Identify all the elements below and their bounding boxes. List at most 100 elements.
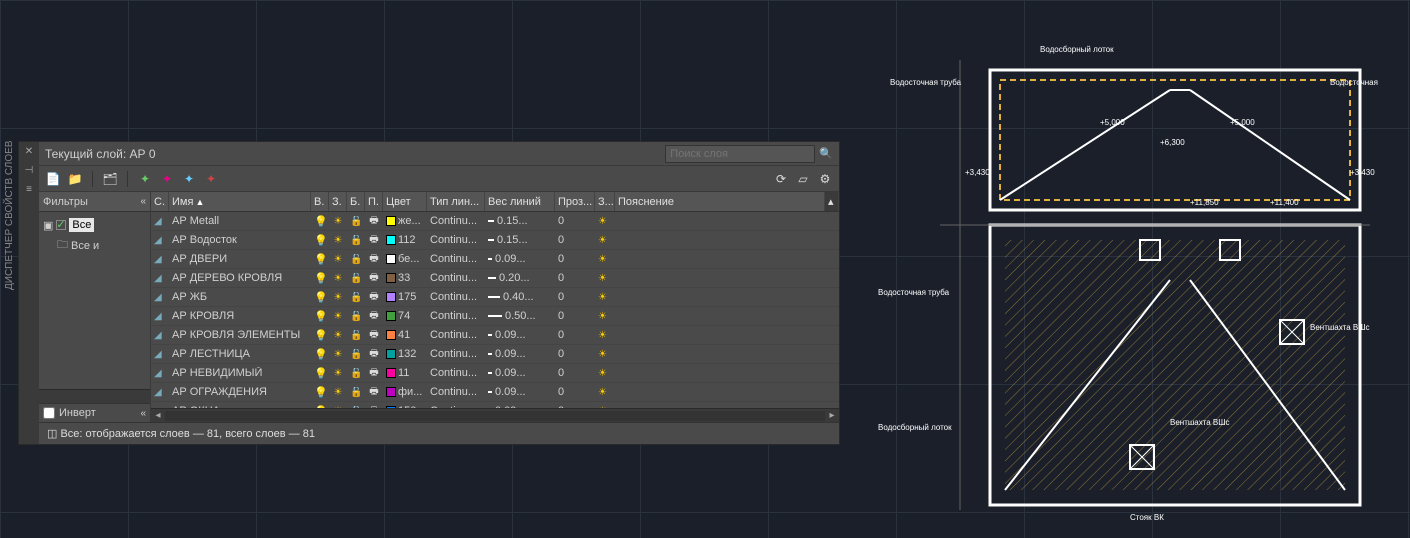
set-current-icon[interactable]: ✦ xyxy=(203,171,219,187)
layer-lineweight[interactable]: 0.20... xyxy=(485,272,555,284)
layer-lineweight[interactable]: 0.09... xyxy=(485,253,555,265)
print-icon[interactable]: 🖶 xyxy=(368,327,380,344)
lock-icon[interactable]: 🔓 xyxy=(350,292,362,303)
layer-linetype[interactable]: Continu... xyxy=(427,310,485,322)
col-freeze[interactable]: З. xyxy=(329,192,347,211)
layer-lineweight[interactable]: 0.15... xyxy=(485,234,555,246)
layer-color[interactable]: 112 xyxy=(383,234,427,246)
sun-icon[interactable]: ☀ xyxy=(332,349,344,360)
search-input[interactable] xyxy=(665,145,815,163)
freeze-layer-icon[interactable]: ✦ xyxy=(159,171,175,187)
print-icon[interactable]: 🖶 xyxy=(368,232,380,249)
new-layer-button[interactable]: 📄 xyxy=(45,171,61,187)
filter-all-check-icon[interactable] xyxy=(56,220,66,230)
col-linetype[interactable]: Тип лин... xyxy=(427,192,485,211)
sun-icon[interactable]: ☀ xyxy=(332,254,344,265)
new-layer-icon[interactable]: ✦ xyxy=(137,171,153,187)
table-row[interactable]: ◢ АР ЛЕСТНИЦА 💡 ☀ 🔓 🖶 132 Continu... 0.0… xyxy=(151,345,839,364)
layer-lineweight[interactable]: 0.15... xyxy=(485,215,555,227)
sun-icon[interactable]: ☀ xyxy=(332,273,344,284)
lightbulb-icon[interactable]: 💡 xyxy=(314,215,326,228)
layer-transparency[interactable]: 0 xyxy=(555,215,595,227)
layer-transparency[interactable]: 0 xyxy=(555,291,595,303)
layer-linetype[interactable]: Continu... xyxy=(427,272,485,284)
layer-transparency[interactable]: 0 xyxy=(555,367,595,379)
new-vp-icon[interactable]: ☀ xyxy=(598,330,607,341)
layer-transparency[interactable]: 0 xyxy=(555,272,595,284)
layer-color[interactable]: 175 xyxy=(383,291,427,303)
lightbulb-icon[interactable]: 💡 xyxy=(314,329,326,342)
layer-lineweight[interactable]: 0.09... xyxy=(485,386,555,398)
col-plot[interactable]: П. xyxy=(365,192,383,211)
layer-name[interactable]: АР Водосток xyxy=(169,234,311,246)
col-on[interactable]: В. xyxy=(311,192,329,211)
col-transparency[interactable]: Проз... xyxy=(555,192,595,211)
layer-lineweight[interactable]: 0.50... xyxy=(485,310,555,322)
col-new[interactable]: З... xyxy=(595,192,615,211)
table-row[interactable]: ◢ АР ДЕРЕВО КРОВЛЯ 💡 ☀ 🔓 🖶 33 Continu...… xyxy=(151,269,839,288)
layer-linetype[interactable]: Continu... xyxy=(427,329,485,341)
layer-color[interactable]: 11 xyxy=(383,367,427,379)
new-vp-icon[interactable]: ☀ xyxy=(598,254,607,265)
layer-color[interactable]: бе... xyxy=(383,253,427,265)
col-status[interactable]: С. xyxy=(151,192,169,211)
layer-linetype[interactable]: Continu... xyxy=(427,348,485,360)
new-vp-icon[interactable]: ☀ xyxy=(598,368,607,379)
invert-filter[interactable]: Инверт « xyxy=(39,403,150,422)
lock-icon[interactable]: 🔓 xyxy=(350,368,362,379)
close-icon[interactable]: ✕ xyxy=(25,146,33,157)
layer-color[interactable]: 132 xyxy=(383,348,427,360)
layer-color[interactable]: 74 xyxy=(383,310,427,322)
sun-icon[interactable]: ☀ xyxy=(332,311,344,322)
sun-icon[interactable]: ☀ xyxy=(332,235,344,246)
layer-name[interactable]: АР ЛЕСТНИЦА xyxy=(169,348,311,360)
col-description[interactable]: Пояснение xyxy=(615,192,825,211)
col-lock[interactable]: Б. xyxy=(347,192,365,211)
collapse-icon[interactable]: « xyxy=(140,196,146,207)
layer-transparency[interactable]: 0 xyxy=(555,234,595,246)
table-row[interactable]: ◢ АР ДВЕРИ 💡 ☀ 🔓 🖶 бе... Continu... 0.09… xyxy=(151,250,839,269)
settings-export-icon[interactable]: ▱ xyxy=(795,171,811,187)
layer-transparency[interactable]: 0 xyxy=(555,310,595,322)
settings-icon[interactable]: ⚙ xyxy=(817,171,833,187)
new-vp-icon[interactable]: ☀ xyxy=(598,235,607,246)
layer-color[interactable]: же... xyxy=(383,215,427,227)
layer-color[interactable]: 33 xyxy=(383,272,427,284)
layer-linetype[interactable]: Continu... xyxy=(427,215,485,227)
col-color[interactable]: Цвет xyxy=(383,192,427,211)
delete-layer-icon[interactable]: ✦ xyxy=(181,171,197,187)
table-row[interactable]: ◢ АР КРОВЛЯ 💡 ☀ 🔓 🖶 74 Continu... 0.50..… xyxy=(151,307,839,326)
lightbulb-icon[interactable]: 💡 xyxy=(314,234,326,247)
layer-name[interactable]: АР НЕВИДИМЫЙ xyxy=(169,367,311,379)
layer-transparency[interactable]: 0 xyxy=(555,253,595,265)
new-group-button[interactable]: 📁 xyxy=(67,171,83,187)
layer-name[interactable]: АР КРОВЛЯ ЭЛЕМЕНТЫ xyxy=(169,329,311,341)
filters-header[interactable]: Фильтры « xyxy=(39,192,150,212)
invert-checkbox[interactable] xyxy=(43,407,55,419)
sun-icon[interactable]: ☀ xyxy=(332,292,344,303)
print-icon[interactable]: 🖶 xyxy=(368,308,380,325)
lightbulb-icon[interactable]: 💡 xyxy=(314,253,326,266)
table-row[interactable]: ◢ АР КРОВЛЯ ЭЛЕМЕНТЫ 💡 ☀ 🔓 🖶 41 Continu.… xyxy=(151,326,839,345)
lock-icon[interactable]: 🔓 xyxy=(350,216,362,227)
layer-color[interactable]: 41 xyxy=(383,329,427,341)
lightbulb-icon[interactable]: 💡 xyxy=(314,348,326,361)
lock-icon[interactable]: 🔓 xyxy=(350,235,362,246)
col-name[interactable]: Имя▲ xyxy=(169,192,311,211)
layer-lineweight[interactable]: 0.09... xyxy=(485,329,555,341)
print-icon[interactable]: 🖶 xyxy=(368,346,380,363)
filter-all[interactable]: ▣ Все xyxy=(43,216,146,234)
layer-transparency[interactable]: 0 xyxy=(555,348,595,360)
layer-linetype[interactable]: Continu... xyxy=(427,234,485,246)
table-row[interactable]: ◢ АР ОГРАЖДЕНИЯ 💡 ☀ 🔓 🖶 фи... Continu...… xyxy=(151,383,839,402)
new-vp-icon[interactable]: ☀ xyxy=(598,349,607,360)
print-icon[interactable]: 🖶 xyxy=(368,289,380,306)
print-icon[interactable]: 🖶 xyxy=(368,270,380,287)
new-vp-icon[interactable]: ☀ xyxy=(598,292,607,303)
table-row[interactable]: ◢ АР ЖБ 💡 ☀ 🔓 🖶 175 Continu... 0.40... 0… xyxy=(151,288,839,307)
new-vp-icon[interactable]: ☀ xyxy=(598,273,607,284)
new-vp-icon[interactable]: ☀ xyxy=(598,311,607,322)
layer-lineweight[interactable]: 0.09... xyxy=(485,367,555,379)
layer-name[interactable]: АР Metall xyxy=(169,215,311,227)
layer-name[interactable]: АР ЖБ xyxy=(169,291,311,303)
